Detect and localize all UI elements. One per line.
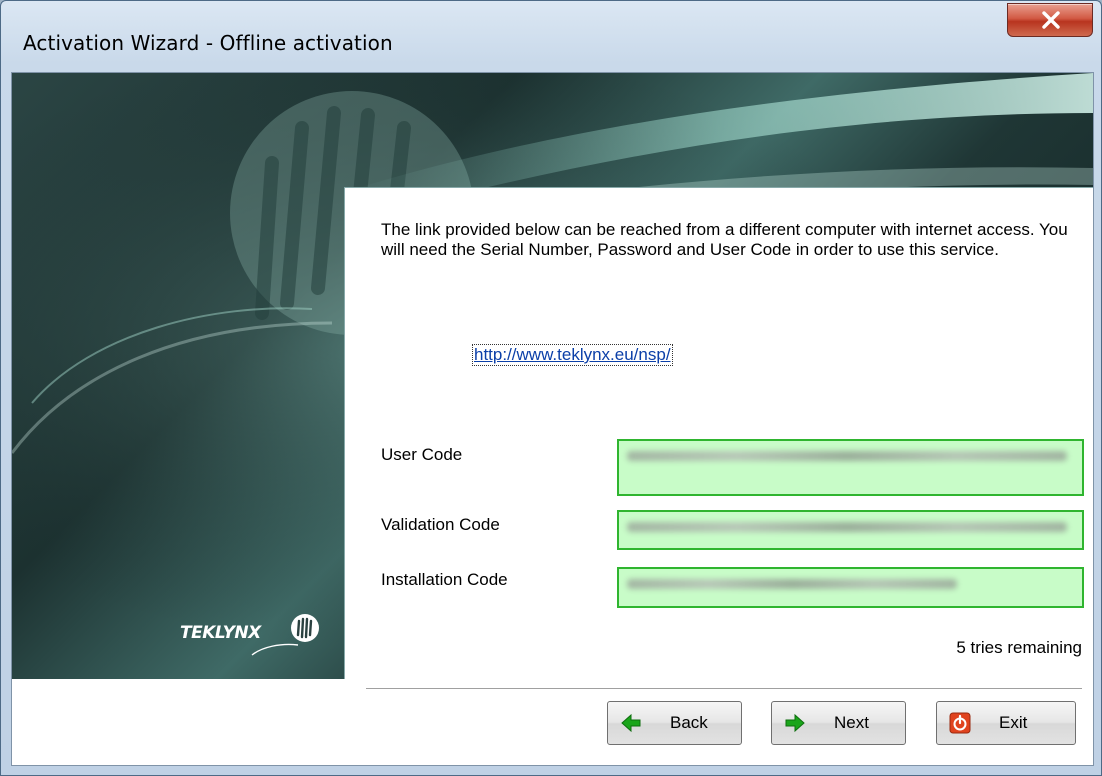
button-bar: [12, 679, 1093, 765]
activation-wizard-window: Activation Wizard - Offline activation T…: [0, 0, 1102, 776]
content-panel: The link provided below can be reached f…: [344, 187, 1093, 679]
activation-link[interactable]: http://www.teklynx.eu/nsp/: [472, 344, 673, 366]
installation-code-label: Installation Code: [381, 570, 508, 589]
logo-swoosh: [251, 643, 299, 656]
installation-code-field[interactable]: [617, 567, 1084, 608]
teklynx-emblem-icon: [291, 614, 319, 642]
validation-code-label: Validation Code: [381, 515, 500, 534]
wizard-client-area: TEKLYNX The link provided below can be r…: [11, 72, 1094, 766]
window-title: Activation Wizard - Offline activation: [23, 31, 393, 55]
tries-remaining: 5 tries remaining: [956, 638, 1082, 657]
title-bar[interactable]: Activation Wizard - Offline activation: [1, 1, 1101, 71]
user-code-label: User Code: [381, 445, 463, 464]
back-button-label: Back: [670, 713, 708, 732]
user-code-field[interactable]: [617, 439, 1084, 496]
wizard-banner: TEKLYNX The link provided below can be r…: [12, 73, 1093, 679]
validation-code-field[interactable]: [617, 510, 1084, 550]
separator-line: [366, 688, 1082, 690]
close-icon: [1042, 11, 1060, 29]
power-exit-icon: [949, 712, 971, 734]
close-button[interactable]: [1007, 3, 1093, 37]
next-button-label: Next: [834, 713, 869, 732]
installation-code-value-redacted: [627, 579, 957, 589]
logo-text: TEKLYNX: [180, 623, 261, 643]
next-arrow-icon: [785, 713, 805, 733]
exit-button-label: Exit: [999, 713, 1028, 732]
intro-text: The link provided below can be reached f…: [381, 220, 1068, 259]
user-code-value-redacted: [627, 451, 1067, 461]
validation-code-value-redacted: [627, 522, 1067, 532]
next-button[interactable]: Next: [771, 701, 906, 745]
exit-button[interactable]: Exit: [936, 701, 1076, 745]
teklynx-logo: TEKLYNX: [180, 609, 320, 657]
back-button[interactable]: Back: [607, 701, 742, 745]
back-arrow-icon: [621, 713, 641, 733]
